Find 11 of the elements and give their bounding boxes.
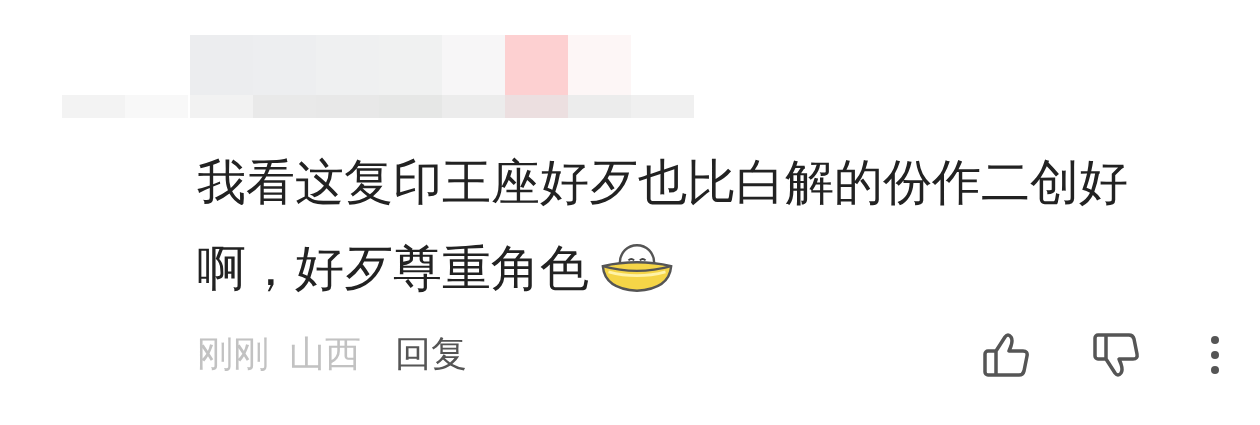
comment-time: 刚刚: [197, 332, 269, 376]
reply-button[interactable]: 回复: [395, 330, 467, 379]
comment-location: 山西: [289, 332, 361, 376]
like-button[interactable]: [980, 330, 1032, 379]
comment-text: 我看这复印王座好歹也比白解的份作二创好啊，好歹尊重角色: [197, 153, 1129, 299]
thumbs-down-icon: [1090, 330, 1142, 379]
thumbs-up-icon: [980, 330, 1032, 379]
more-icon: [1210, 334, 1220, 375]
dislike-button[interactable]: [1090, 330, 1142, 379]
more-options-button[interactable]: [1210, 334, 1220, 375]
smiling-bowl-emoji-icon: [599, 241, 675, 295]
